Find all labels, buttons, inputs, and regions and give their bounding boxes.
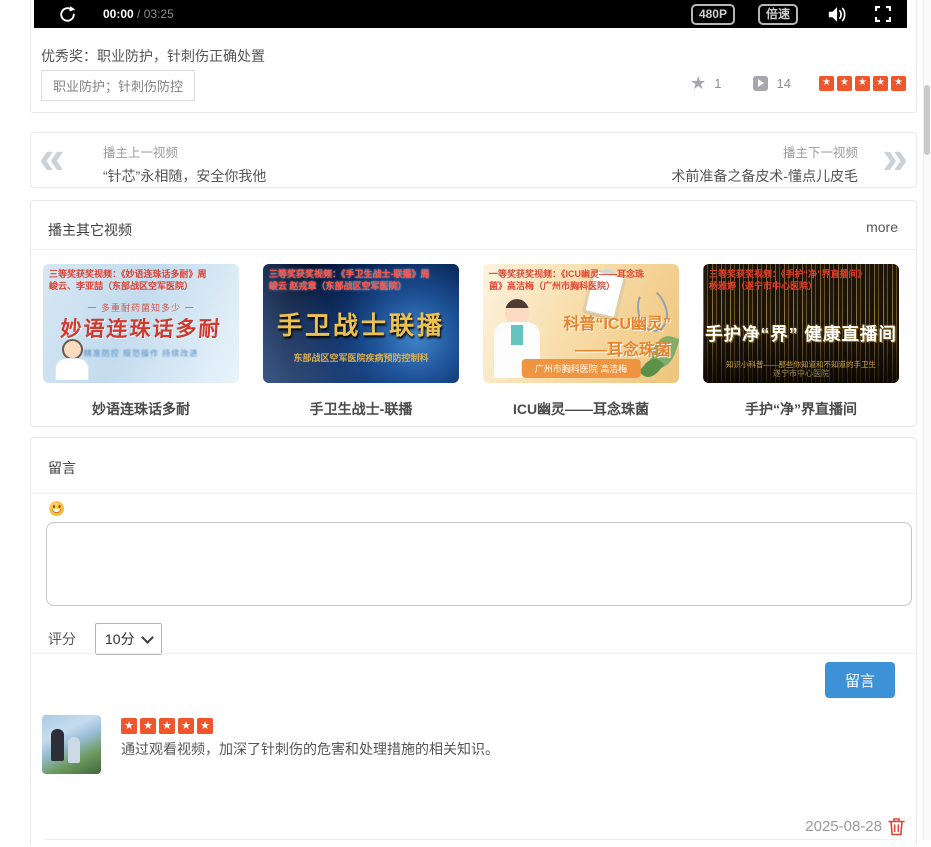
rating-select[interactable]: 10分 <box>95 623 162 655</box>
video-info-card: 00:00 / 03:25 480P 倍速 优秀奖：职业防护，针刺伤正确处置 职… <box>30 0 917 113</box>
rating-star-icon: ★ <box>837 76 852 91</box>
prev-video-title[interactable]: “针芯”永相随，安全你我他 <box>103 166 266 186</box>
comments-section: 留言 评分 10分 留言 ★ ★ ★ ★ ★ 通过观看视频，加深了针刺伤的危害和… <box>30 437 917 847</box>
prev-video-label: 播主上一视频 <box>103 142 266 161</box>
play-count-icon <box>753 76 768 91</box>
thumb-main-text-2: ——耳念珠菌 <box>575 336 671 360</box>
trash-icon[interactable] <box>888 817 905 836</box>
scrollbar-thumb[interactable] <box>924 85 930 155</box>
thumb-award-banner: 三等奖获奖视频：《手护“净”界直播间》杨雅婷（遂宁市中心医院） <box>709 268 875 292</box>
prev-next-nav: « 播主上一视频 “针芯”永相随，安全你我他 播主下一视频 术前准备之备皮术-懂… <box>30 132 917 188</box>
rating-select-value: 10分 <box>105 629 135 649</box>
rating-star-icon: ★ <box>891 76 906 91</box>
prev-video-link[interactable]: 播主上一视频 “针芯”永相随，安全你我他 <box>103 142 266 186</box>
speed-button[interactable]: 倍速 <box>758 4 798 25</box>
play-count: 14 <box>777 76 791 91</box>
thumb-award-banner: 一等奖获奖视频：《ICU幽灵——耳念珠菌》高洁梅（广州市胸科医院） <box>489 268 655 292</box>
volume-icon[interactable] <box>827 6 849 23</box>
next-video-link[interactable]: 播主下一视频 术前准备之备皮术-懂点儿皮毛 <box>671 142 858 186</box>
video-title: 优秀奖：职业防护，针刺伤正确处置 <box>41 46 265 66</box>
video-thumbnail[interactable]: 三等奖获奖视频：《手卫生战士-联播》周峻云 赵戎章（东部战区空军医院） 手卫战士… <box>263 264 459 383</box>
thumb-main-text: 手卫战士联播 <box>263 306 459 342</box>
video-tag[interactable]: 职业防护；针刺伤防控 <box>41 70 195 101</box>
divider <box>31 493 916 494</box>
rating-row: 评分 10分 <box>48 623 162 655</box>
rating-star-icon: ★ <box>178 718 194 734</box>
video-rating-stars[interactable]: ★ ★ ★ ★ ★ <box>819 76 906 91</box>
star-icon[interactable]: ★ <box>690 75 706 91</box>
video-card-title[interactable]: ICU幽灵——耳念珠菌 <box>483 399 679 419</box>
rating-star-icon: ★ <box>140 718 156 734</box>
submit-comment-button[interactable]: 留言 <box>825 662 895 698</box>
chevron-right-icon[interactable]: » <box>882 134 908 180</box>
thumb-caption: 广州市胸科医院 高洁梅 <box>522 359 641 378</box>
thumb-award-banner: 三等奖获奖视频：《手卫生战士-联播》周峻云 赵戎章（东部战区空军医院） <box>269 268 435 292</box>
chevron-left-icon[interactable]: « <box>39 134 65 180</box>
rating-star-icon: ★ <box>159 718 175 734</box>
thumb-award-banner: 三等奖获奖视频：《妙语连珠话多耐》周峻云、李亚喆（东部战区空军医院） <box>49 268 215 292</box>
thumb-caption: 东部战区空军医院疾病预防控制科 <box>263 351 459 364</box>
comment-input[interactable] <box>46 522 912 606</box>
video-card-title[interactable]: 手护“净”界直播间 <box>703 399 899 419</box>
rating-star-icon: ★ <box>855 76 870 91</box>
thumb-main-text: 科普“ICU幽灵” <box>563 310 671 334</box>
replay-icon[interactable] <box>58 5 77 24</box>
video-stats: ★ 1 14 ★ ★ ★ ★ ★ <box>690 75 906 91</box>
fullscreen-icon[interactable] <box>875 6 891 22</box>
divider <box>31 249 916 250</box>
current-time: 00:00 <box>103 7 134 21</box>
divider <box>31 653 916 654</box>
favorite-count: 1 <box>714 76 721 91</box>
video-card[interactable]: 三等奖获奖视频：《手护“净”界直播间》杨雅婷（遂宁市中心医院） 手护净“界” 健… <box>703 264 899 419</box>
next-video-title[interactable]: 术前准备之备皮术-懂点儿皮毛 <box>671 166 858 186</box>
thumb-main-text: 手护净“界” 健康直播间 <box>703 321 899 346</box>
time-display: 00:00 / 03:25 <box>103 7 174 21</box>
video-card-title[interactable]: 手卫生战士-联播 <box>263 399 459 419</box>
rating-star-icon: ★ <box>121 718 137 734</box>
section-heading: 播主其它视频 <box>48 220 132 240</box>
quality-button[interactable]: 480P <box>691 4 735 25</box>
next-video-label: 播主下一视频 <box>671 142 858 161</box>
video-card-title[interactable]: 妙语连珠话多耐 <box>43 399 239 419</box>
rating-star-icon: ★ <box>873 76 888 91</box>
duration: 03:25 <box>144 7 174 21</box>
comments-heading: 留言 <box>48 458 76 478</box>
video-thumbnail[interactable]: 一等奖获奖视频：《ICU幽灵——耳念珠菌》高洁梅（广州市胸科医院） 科普“ICU… <box>483 264 679 383</box>
nurse-cartoon-icon <box>55 339 89 383</box>
thumbnail-row: 三等奖获奖视频：《妙语连珠话多耐》周峻云、李亚喆（东部战区空军医院） 一 多重耐… <box>43 264 899 419</box>
video-thumbnail[interactable]: 三等奖获奖视频：《手护“净”界直播间》杨雅婷（遂宁市中心医院） 手护净“界” 健… <box>703 264 899 383</box>
video-detail-page: 00:00 / 03:25 480P 倍速 优秀奖：职业防护，针刺伤正确处置 职… <box>0 0 931 840</box>
commenter-avatar[interactable] <box>42 715 101 774</box>
rating-star-icon: ★ <box>819 76 834 91</box>
chevron-down-icon <box>141 631 154 644</box>
grinning-face-icon[interactable] <box>49 501 64 516</box>
rating-star-icon: ★ <box>197 718 213 734</box>
video-card[interactable]: 三等奖获奖视频：《妙语连珠话多耐》周峻云、李亚喆（东部战区空军医院） 一 多重耐… <box>43 264 239 419</box>
more-link[interactable]: more <box>866 219 898 235</box>
page-scrollbar[interactable] <box>923 0 931 840</box>
other-videos-section: 播主其它视频 more 三等奖获奖视频：《妙语连珠话多耐》周峻云、李亚喆（东部战… <box>30 200 917 427</box>
video-card[interactable]: 三等奖获奖视频：《手卫生战士-联播》周峻云 赵戎章（东部战区空军医院） 手卫战士… <box>263 264 459 419</box>
video-player-controls: 00:00 / 03:25 480P 倍速 <box>34 0 907 28</box>
comment-rating-stars: ★ ★ ★ ★ ★ <box>121 718 213 734</box>
rating-label: 评分 <box>48 629 76 649</box>
comment-meta: 2025-08-28 <box>805 817 905 836</box>
thumb-footer: 遂宁市中心医院 <box>703 368 899 379</box>
video-thumbnail[interactable]: 三等奖获奖视频：《妙语连珠话多耐》周峻云、李亚喆（东部战区空军医院） 一 多重耐… <box>43 264 239 383</box>
comment-date: 2025-08-28 <box>805 818 882 835</box>
video-card[interactable]: 一等奖获奖视频：《ICU幽灵——耳念珠菌》高洁梅（广州市胸科医院） 科普“ICU… <box>483 264 679 419</box>
comment-text: 通过观看视频，加深了针刺伤的危害和处理措施的相关知识。 <box>121 739 499 759</box>
time-separator: / <box>134 7 144 21</box>
